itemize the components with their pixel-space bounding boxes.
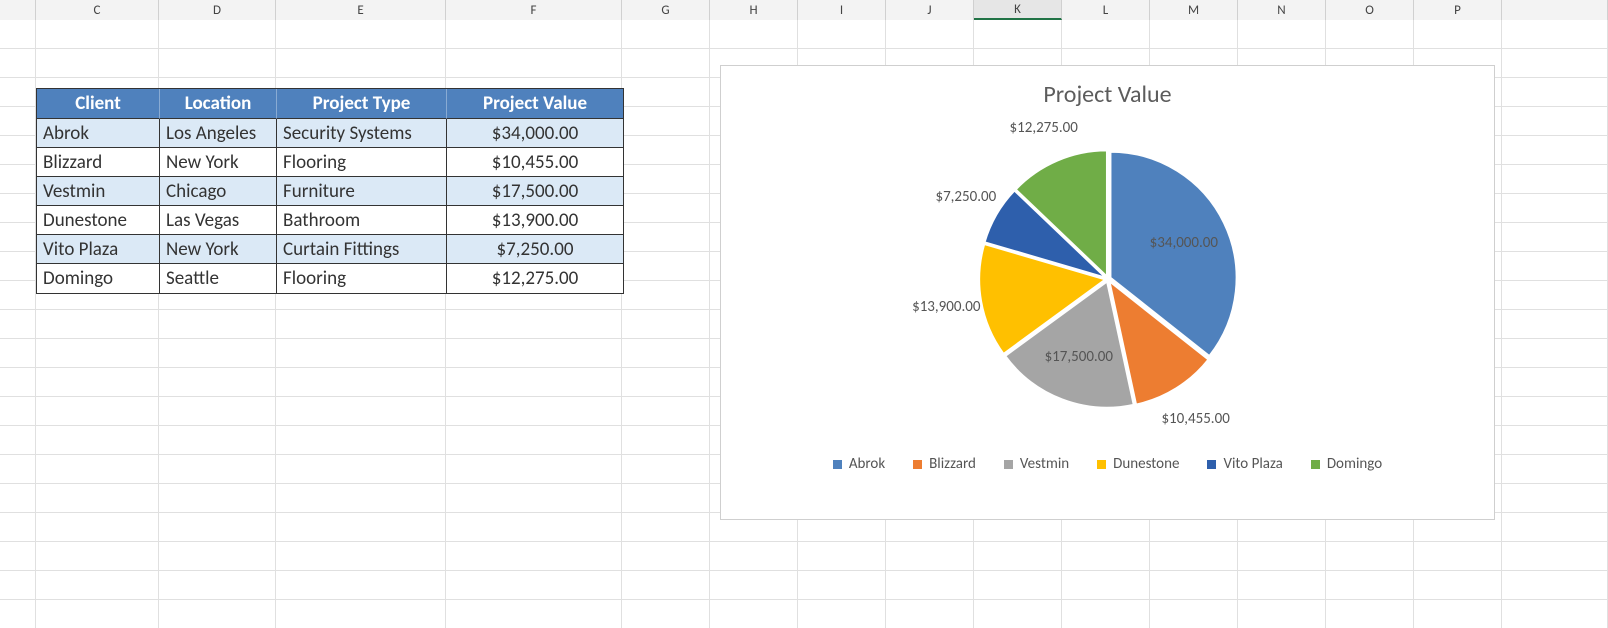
table-row[interactable]: BlizzardNew YorkFlooring$10,455.00 xyxy=(37,148,623,177)
table-row[interactable]: DomingoSeattleFlooring$12,275.00 xyxy=(37,264,623,293)
table-cell[interactable]: Bathroom xyxy=(277,206,447,235)
table-cell[interactable]: Abrok xyxy=(37,119,160,148)
legend-swatch-icon xyxy=(913,460,922,469)
pie-svg xyxy=(968,139,1248,419)
table-cell[interactable]: Security Systems xyxy=(277,119,447,148)
table-cell[interactable]: $10,455.00 xyxy=(447,148,623,177)
legend-swatch-icon xyxy=(1097,460,1106,469)
chart-data-label: $7,250.00 xyxy=(935,188,996,206)
legend-item[interactable]: Dunestone xyxy=(1097,455,1179,473)
legend-item[interactable]: Abrok xyxy=(833,455,885,473)
table-cell[interactable]: Domingo xyxy=(37,264,160,293)
table-cell[interactable]: Las Vegas xyxy=(160,206,277,235)
table-cell[interactable]: $34,000.00 xyxy=(447,119,623,148)
table-header-cell[interactable]: Location xyxy=(160,89,277,119)
pie-plot-area: $34,000.00 $10,455.00 $17,500.00 $13,900.00… xyxy=(721,109,1494,449)
table-cell[interactable]: Vito Plaza xyxy=(37,235,160,264)
legend-item[interactable]: Vestmin xyxy=(1004,455,1069,473)
column-header-filler xyxy=(1502,0,1608,20)
chart-data-label: $34,000.00 xyxy=(1150,234,1218,252)
table-header-row: ClientLocationProject TypeProject Value xyxy=(37,89,623,119)
column-header-h[interactable]: H xyxy=(710,0,798,20)
table-cell[interactable]: Furniture xyxy=(277,177,447,206)
spreadsheet-sheet: CDEFGHIJKLMNOP ClientLocationProject Typ… xyxy=(0,0,1608,628)
column-header-g[interactable]: G xyxy=(622,0,710,20)
column-header-stub xyxy=(0,0,36,20)
table-header-cell[interactable]: Project Type xyxy=(277,89,447,119)
chart-data-label: $17,500.00 xyxy=(1045,348,1113,366)
table-cell[interactable]: Curtain Fittings xyxy=(277,235,447,264)
column-header-p[interactable]: P xyxy=(1414,0,1502,20)
chart-data-label: $10,455.00 xyxy=(1161,410,1229,428)
column-header-j[interactable]: J xyxy=(886,0,974,20)
table-cell[interactable]: $7,250.00 xyxy=(447,235,623,264)
legend-swatch-icon xyxy=(1207,460,1216,469)
column-header-row: CDEFGHIJKLMNOP xyxy=(0,0,1608,20)
chart-title: Project Value xyxy=(721,80,1494,109)
legend-item[interactable]: Vito Plaza xyxy=(1207,455,1282,473)
table-cell[interactable]: Vestmin xyxy=(37,177,160,206)
table-cell[interactable]: $13,900.00 xyxy=(447,206,623,235)
column-header-e[interactable]: E xyxy=(276,0,446,20)
legend-swatch-icon xyxy=(1311,460,1320,469)
legend-label: Abrok xyxy=(849,455,885,473)
table-row[interactable]: DunestoneLas VegasBathroom$13,900.00 xyxy=(37,206,623,235)
legend-swatch-icon xyxy=(833,460,842,469)
column-header-o[interactable]: O xyxy=(1326,0,1414,20)
legend-label: Domingo xyxy=(1327,455,1382,473)
table-cell[interactable]: Seattle xyxy=(160,264,277,293)
legend-label: Vestmin xyxy=(1020,455,1069,473)
column-header-c[interactable]: C xyxy=(36,0,159,20)
legend-swatch-icon xyxy=(1004,460,1013,469)
legend-label: Dunestone xyxy=(1113,455,1179,473)
project-table[interactable]: ClientLocationProject TypeProject ValueA… xyxy=(36,88,624,294)
column-header-l[interactable]: L xyxy=(1062,0,1150,20)
table-row[interactable]: Vito PlazaNew YorkCurtain Fittings$7,250… xyxy=(37,235,623,264)
column-header-d[interactable]: D xyxy=(159,0,276,20)
column-header-f[interactable]: F xyxy=(446,0,622,20)
legend-label: Vito Plaza xyxy=(1223,455,1282,473)
chart-container[interactable]: Project Value $34,000.00 $10,455.00 $17,50… xyxy=(720,65,1495,520)
legend-item[interactable]: Blizzard xyxy=(913,455,976,473)
chart-legend: Abrok Blizzard Vestmin Dunestone Vito Plaza D… xyxy=(721,455,1494,473)
chart-data-label: $12,275.00 xyxy=(1010,119,1078,137)
column-header-n[interactable]: N xyxy=(1238,0,1326,20)
table-cell[interactable]: $17,500.00 xyxy=(447,177,623,206)
table-cell[interactable]: Chicago xyxy=(160,177,277,206)
column-header-i[interactable]: I xyxy=(798,0,886,20)
chart-data-label: $13,900.00 xyxy=(912,298,980,316)
column-header-k[interactable]: K xyxy=(974,0,1062,20)
table-cell[interactable]: Blizzard xyxy=(37,148,160,177)
table-row[interactable]: VestminChicagoFurniture$17,500.00 xyxy=(37,177,623,206)
table-header-cell[interactable]: Client xyxy=(37,89,160,119)
table-cell[interactable]: $12,275.00 xyxy=(447,264,623,293)
table-cell[interactable]: Dunestone xyxy=(37,206,160,235)
table-row[interactable]: AbrokLos AngelesSecurity Systems$34,000.… xyxy=(37,119,623,148)
table-cell[interactable]: New York xyxy=(160,148,277,177)
table-cell[interactable]: Los Angeles xyxy=(160,119,277,148)
table-cell[interactable]: Flooring xyxy=(277,148,447,177)
table-cell[interactable]: New York xyxy=(160,235,277,264)
legend-label: Blizzard xyxy=(929,455,976,473)
column-header-m[interactable]: M xyxy=(1150,0,1238,20)
legend-item[interactable]: Domingo xyxy=(1311,455,1382,473)
table-cell[interactable]: Flooring xyxy=(277,264,447,293)
table-header-cell[interactable]: Project Value xyxy=(447,89,623,119)
